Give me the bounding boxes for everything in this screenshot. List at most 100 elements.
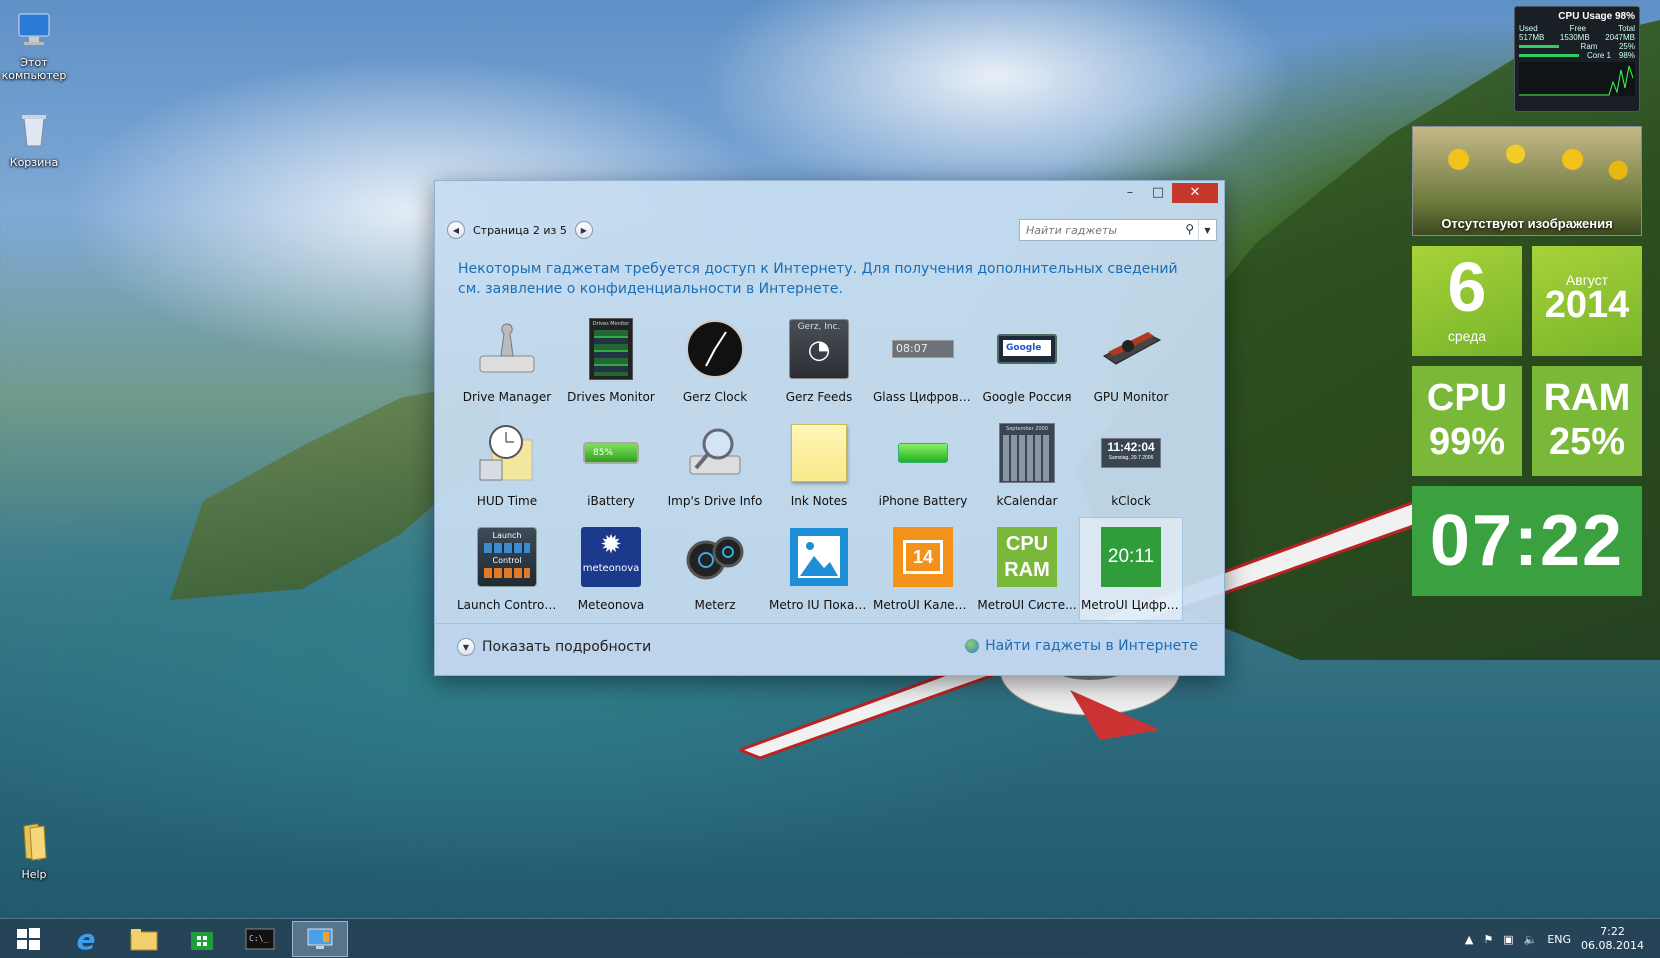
cpu-usage-title: CPU Usage 98%	[1558, 11, 1635, 22]
taskbar-store[interactable]	[174, 921, 230, 957]
get-gadgets-online-link[interactable]: Найти гаджеты в Интернете	[965, 638, 1198, 654]
gadget-iphone-battery[interactable]: iPhone Battery	[871, 413, 975, 517]
clock-time: 07:22	[1429, 501, 1625, 581]
gadget-label: kCalendar	[996, 494, 1058, 508]
search-dropdown-button[interactable]: ▼	[1198, 220, 1216, 240]
gadget-metro-digital-clock[interactable]: 20:11 MetroUI Цифро...	[1079, 517, 1183, 621]
show-hidden-icons-button[interactable]: ▲	[1465, 933, 1473, 946]
gpu-monitor-icon	[1103, 332, 1162, 365]
ram-row: Ram 25%	[1519, 42, 1635, 51]
gadget-meteonova[interactable]: ✹ meteonova Meteonova	[559, 517, 663, 621]
volume-icon[interactable]: 🔈	[1524, 933, 1538, 946]
slideshow-gadget[interactable]: Отсутствуют изображения	[1412, 126, 1642, 236]
search-icon[interactable]: ⚲	[1185, 222, 1194, 236]
ram-tile[interactable]: RAM 25%	[1532, 366, 1642, 476]
desktop-icon-label: Help	[21, 868, 47, 881]
cpu-value: 99%	[1428, 421, 1506, 463]
gadget-kcalendar[interactable]: September 2000 kCalendar	[975, 413, 1079, 517]
gadget-hud-time[interactable]: HUD Time	[455, 413, 559, 517]
digital-clock-tile[interactable]: 07:22	[1412, 486, 1642, 596]
gadget-ibattery[interactable]: 85% iBattery	[559, 413, 663, 517]
gadget-google-russia[interactable]: Google Google Россия	[975, 309, 1079, 413]
gadget-grid: Drive Manager Drives Monitor Drives Moni…	[455, 309, 1183, 621]
drive-info-icon	[689, 428, 741, 475]
network-icon[interactable]: ▣	[1503, 933, 1513, 946]
icon-text: 85%	[593, 448, 614, 458]
desktop-icon-label: Корзина	[9, 156, 59, 169]
chevron-down-icon: ▼	[457, 638, 475, 656]
day-number: 6	[1447, 248, 1487, 326]
drives-monitor-icon: Drives Monitor	[578, 316, 644, 382]
show-details-label: Показать подробности	[482, 639, 652, 655]
privacy-notice[interactable]: Некоторым гаджетам требуется доступ к Ин…	[458, 259, 1198, 299]
gadget-label: Metro IU Показ ...	[769, 598, 869, 612]
icon-text: 14	[903, 540, 943, 574]
gadget-label: GPU Monitor	[1093, 390, 1169, 404]
ram-label: Ram	[1580, 42, 1598, 51]
show-details-button[interactable]: ▼ Показать подробности	[457, 638, 651, 656]
search-input[interactable]: Найти гаджеты ⚲ ▼	[1019, 219, 1217, 241]
gadget-metro-photo[interactable]: Metro IU Показ ...	[767, 517, 871, 621]
recycle-bin-icon	[22, 115, 46, 147]
gadget-launch-control[interactable]: Launch Control Launch Control ...	[455, 517, 559, 621]
gadget-label: MetroUI Систе...	[977, 598, 1077, 612]
gadget-kclock[interactable]: 11:42:04 Samstag, 29.7.2006 kClock	[1079, 413, 1183, 517]
icon-text: meteonova	[582, 563, 640, 574]
gadget-gpu-monitor[interactable]: GPU Monitor	[1079, 309, 1183, 413]
hud-time-icon	[479, 425, 533, 481]
next-page-button[interactable]: ▶	[574, 221, 593, 239]
core-row: Core 1 98%	[1519, 51, 1635, 60]
icon-text: 11:42:04	[1107, 440, 1155, 454]
gadget-drives-monitor[interactable]: Drives Monitor Drives Monitor	[559, 309, 663, 413]
desktop-icon-recycle-bin[interactable]: Корзина	[0, 110, 68, 169]
taskbar-command-prompt[interactable]: C:\_	[232, 921, 288, 957]
gerz-feeds-icon: Gerz, Inc. ◔	[786, 316, 852, 382]
desktop-icon-help[interactable]: Help	[0, 822, 68, 881]
google-russia-icon: Google	[994, 316, 1060, 382]
icon-subtext: RAM	[1004, 559, 1050, 581]
gadget-gerz-feeds[interactable]: Gerz, Inc. ◔ Gerz Feeds	[767, 309, 871, 413]
date-year-tile[interactable]: Август 2014	[1532, 246, 1642, 356]
gadget-metro-calendar[interactable]: 14 MetroUI Календ...	[871, 517, 975, 621]
gadget-label: Drives Monitor	[567, 390, 655, 404]
memory-headers: Used Free Total	[1519, 24, 1635, 33]
tray-date: 06.08.2014	[1581, 939, 1644, 952]
taskbar-gadgets[interactable]	[292, 921, 348, 957]
kclock-icon: 11:42:04 Samstag, 29.7.2006	[1098, 420, 1164, 486]
gadget-metro-system[interactable]: CPU RAM MetroUI Систе...	[975, 517, 1079, 621]
tray-clock[interactable]: 7:22 06.08.2014	[1581, 925, 1644, 953]
folder-icon	[130, 929, 158, 951]
total-header: Total	[1618, 24, 1635, 33]
gadget-label: Ink Notes	[790, 494, 848, 508]
chevron-down-icon: ▼	[1204, 225, 1211, 235]
gerz-clock-icon	[686, 320, 744, 378]
cpu-usage-gadget[interactable]: CPU Usage 98% Used Free Total 517MB 1530…	[1514, 6, 1640, 112]
gadget-drive-manager[interactable]: Drive Manager	[455, 309, 559, 413]
core-percent: 98%	[1618, 51, 1635, 60]
input-language-indicator[interactable]: ENG	[1547, 933, 1571, 946]
maximize-button[interactable]: □	[1144, 183, 1172, 203]
gadget-ink-notes[interactable]: Ink Notes	[767, 413, 871, 517]
tray-time: 7:22	[1600, 925, 1625, 938]
internet-explorer-icon: e	[76, 922, 96, 956]
desktop-icon-computer[interactable]: Этот компьютер	[0, 10, 68, 82]
globe-icon	[965, 639, 980, 653]
core-label: Core 1	[1586, 51, 1611, 60]
taskbar-file-explorer[interactable]	[116, 921, 172, 957]
close-button[interactable]: ✕	[1172, 183, 1218, 203]
start-button[interactable]	[0, 921, 56, 957]
taskbar-internet-explorer[interactable]: e	[58, 921, 114, 957]
date-day-tile[interactable]: 6 среда	[1412, 246, 1522, 356]
previous-page-button[interactable]: ◀	[447, 221, 465, 239]
gadget-meterz[interactable]: Meterz	[663, 517, 767, 621]
cpu-label: CPU	[1426, 377, 1508, 419]
desktop-icon-label: Этот компьютер	[1, 56, 67, 82]
slideshow-caption: Отсутствуют изображения	[1441, 216, 1613, 231]
gadget-drive-info[interactable]: Imp's Drive Info	[663, 413, 767, 517]
gadget-gerz-clock[interactable]: Gerz Clock	[663, 309, 767, 413]
minimize-button[interactable]: –	[1116, 183, 1144, 203]
action-center-flag-icon[interactable]: ⚑	[1483, 933, 1493, 946]
rss-icon: ◔	[807, 335, 831, 365]
cpu-tile[interactable]: CPU 99%	[1412, 366, 1522, 476]
gadget-glass-digital-clock[interactable]: 08:07 Glass Цифровы...	[871, 309, 975, 413]
